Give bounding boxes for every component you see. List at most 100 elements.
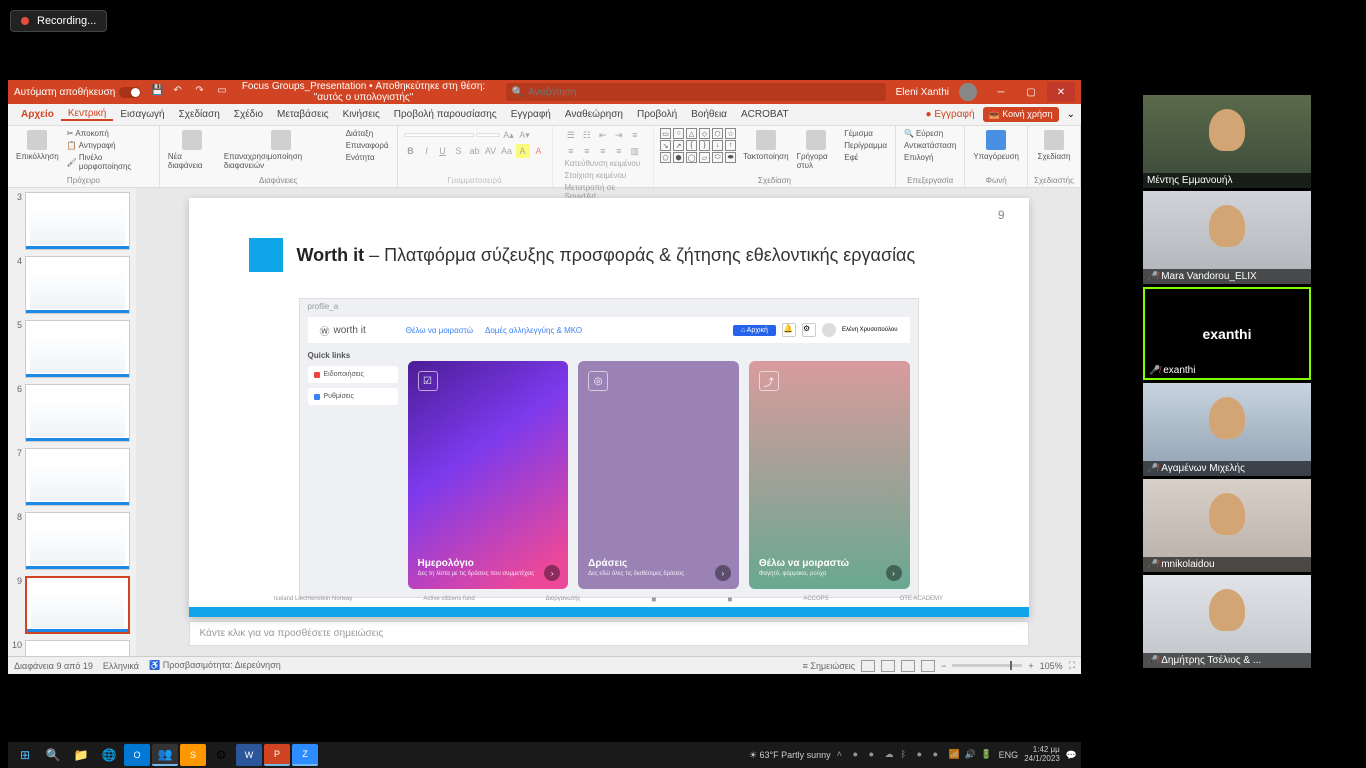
tray-onedrive-icon[interactable]: ☁ <box>885 749 897 761</box>
line-spacing-button[interactable]: ≡ <box>628 128 642 142</box>
language-indicator[interactable]: Ελληνικά <box>103 661 139 671</box>
zoom-in-button[interactable]: + <box>1028 661 1033 671</box>
tray-wifi-icon[interactable]: 📶 <box>949 749 961 761</box>
underline-button[interactable]: U <box>436 144 450 158</box>
minimize-button[interactable]: ─ <box>987 82 1015 102</box>
spacing-button[interactable]: AV <box>484 144 498 158</box>
clock[interactable]: 1:42 μμ 24/1/2023 <box>1024 746 1060 764</box>
search-box[interactable]: 🔍 <box>506 83 886 101</box>
taskbar-explorer[interactable]: 📁 <box>68 744 94 766</box>
slide-content[interactable]: 9 Worth it – Πλατφόρμα σύζευξης προσφορά… <box>189 198 1029 617</box>
taskbar-app[interactable]: ⚙ <box>208 744 234 766</box>
align-center-button[interactable]: ≡ <box>580 144 594 158</box>
shapes-gallery[interactable]: ▭○△◇⬡☆ ↘↗{}↓↑ ⬠⬢◯▱⬭⬬ <box>660 128 737 163</box>
taskbar-sublime[interactable]: S <box>180 744 206 766</box>
indent-inc-button[interactable]: ⇥ <box>612 128 626 142</box>
cut-button[interactable]: ✂ Αποκοπή <box>65 128 153 139</box>
participant-tile[interactable]: Μέντης Εμμανουήλ <box>1143 95 1311 188</box>
normal-view-button[interactable] <box>861 660 875 672</box>
tab-animations[interactable]: Κινήσεις <box>336 109 387 120</box>
paste-button[interactable]: Επικόλληση <box>14 128 61 163</box>
font-family-select[interactable] <box>404 133 474 137</box>
start-button[interactable]: ⊞ <box>12 744 38 766</box>
participant-tile[interactable]: 🎤̸Δημήτρης Τσέλιος & ... <box>1143 575 1311 668</box>
zoom-out-button[interactable]: − <box>941 661 946 671</box>
slide-thumbnail-9[interactable]: 9 <box>12 576 132 634</box>
reset-button[interactable]: Επαναφορά <box>344 140 391 151</box>
tab-review[interactable]: Αναθεώρηση <box>558 109 630 120</box>
fit-button[interactable]: ⛶ <box>1069 660 1075 671</box>
slide-thumbnail-6[interactable]: 6 <box>12 384 132 442</box>
slide-thumbnail-5[interactable]: 5 <box>12 320 132 378</box>
tray-chevron-icon[interactable]: ˄ <box>837 749 849 761</box>
tray-icon[interactable]: ● <box>933 749 945 761</box>
user-avatar[interactable] <box>959 83 977 101</box>
maximize-button[interactable]: ▢ <box>1017 82 1045 102</box>
shape-outline-button[interactable]: Περίγραμμα <box>842 140 889 151</box>
close-button[interactable]: ✕ <box>1047 82 1075 102</box>
undo-icon[interactable]: ↶ <box>173 85 187 99</box>
text-direction-button[interactable]: Κατεύθυνση κειμένου <box>563 158 648 169</box>
accessibility-status[interactable]: ♿ Προσβασιμότητα: Διερεύνηση <box>149 660 281 671</box>
slide-thumbnail-7[interactable]: 7 <box>12 448 132 506</box>
weather-widget[interactable]: ☀ 63°F Partly sunny <box>749 750 831 761</box>
tab-record[interactable]: Εγγραφή <box>504 109 558 120</box>
slide-thumbnail-10[interactable]: 10 <box>12 640 132 656</box>
indent-dec-button[interactable]: ⇤ <box>596 128 610 142</box>
slide-counter[interactable]: Διαφάνεια 9 από 19 <box>14 661 93 671</box>
bullets-button[interactable]: ☰ <box>564 128 578 142</box>
tab-design[interactable]: Σχέδιο <box>227 109 270 120</box>
shadow-button[interactable]: ab <box>468 144 482 158</box>
tab-slideshow[interactable]: Προβολή παρουσίασης <box>387 109 504 120</box>
search-input[interactable] <box>528 87 880 98</box>
taskbar-powerpoint[interactable]: P <box>264 744 290 766</box>
language-button[interactable]: ENG <box>999 750 1019 760</box>
taskbar-word[interactable]: W <box>236 744 262 766</box>
search-button[interactable]: 🔍 <box>40 744 66 766</box>
align-right-button[interactable]: ≡ <box>596 144 610 158</box>
font-size-select[interactable] <box>476 133 500 137</box>
arrange-button[interactable]: Τακτοποίηση <box>741 128 790 163</box>
tray-icon[interactable]: ● <box>917 749 929 761</box>
zoom-slider[interactable] <box>952 664 1022 667</box>
taskbar-outlook[interactable]: O <box>124 744 150 766</box>
tray-icon[interactable]: ● <box>869 749 881 761</box>
record-button[interactable]: ● Εγγραφή <box>926 109 975 120</box>
columns-button[interactable]: ▥ <box>628 144 642 158</box>
bold-button[interactable]: B <box>404 144 418 158</box>
redo-icon[interactable]: ↷ <box>195 85 209 99</box>
tray-volume-icon[interactable]: 🔊 <box>965 749 977 761</box>
case-button[interactable]: Aa <box>500 144 514 158</box>
participant-tile[interactable]: 🎤̸mnikolaidou <box>1143 479 1311 572</box>
reuse-slides-button[interactable]: Επαναχρησιμοποίηση διαφανειών <box>222 128 340 172</box>
layout-button[interactable]: Διάταξη <box>344 128 391 139</box>
format-painter-button[interactable]: 🖌 Πινέλο μορφοποίησης <box>65 152 153 172</box>
tab-file[interactable]: Αρχείο <box>14 109 61 120</box>
strike-button[interactable]: S <box>452 144 466 158</box>
save-icon[interactable]: 💾 <box>151 85 165 99</box>
designer-button[interactable]: Σχεδίαση <box>1036 128 1073 163</box>
font-color-button[interactable]: A <box>532 144 546 158</box>
tab-view[interactable]: Προβολή <box>630 109 684 120</box>
decrease-font-button[interactable]: A▾ <box>518 128 532 142</box>
notes-toggle[interactable]: ≡ Σημειώσεις <box>803 661 855 671</box>
taskbar-teams[interactable]: 👥 <box>152 744 178 766</box>
slide-thumbnail-8[interactable]: 8 <box>12 512 132 570</box>
new-slide-button[interactable]: Νέα διαφάνεια <box>166 128 218 172</box>
tab-insert[interactable]: Εισαγωγή <box>113 109 171 120</box>
tab-acrobat[interactable]: ACROBAT <box>734 109 796 120</box>
reading-view-button[interactable] <box>901 660 915 672</box>
slide-thumbnail-4[interactable]: 4 <box>12 256 132 314</box>
select-button[interactable]: Επιλογή <box>902 152 958 163</box>
slide-thumbnail-3[interactable]: 3 <box>12 192 132 250</box>
slide-canvas[interactable]: 9 Worth it – Πλατφόρμα σύζευξης προσφορά… <box>136 188 1081 656</box>
zoom-level[interactable]: 105% <box>1040 661 1063 671</box>
slideshow-icon[interactable]: ▭ <box>217 85 231 99</box>
justify-button[interactable]: ≡ <box>612 144 626 158</box>
align-left-button[interactable]: ≡ <box>564 144 578 158</box>
taskbar-chrome[interactable]: 🌐 <box>96 744 122 766</box>
quick-styles-button[interactable]: Γρήγορα στυλ <box>795 128 839 172</box>
tab-home[interactable]: Κεντρική <box>61 108 114 121</box>
notes-placeholder[interactable]: Κάντε κλικ για να προσθέσετε σημειώσεις <box>189 621 1029 646</box>
participant-tile[interactable]: 🎤̸Mara Vandorou_ELIX <box>1143 191 1311 284</box>
